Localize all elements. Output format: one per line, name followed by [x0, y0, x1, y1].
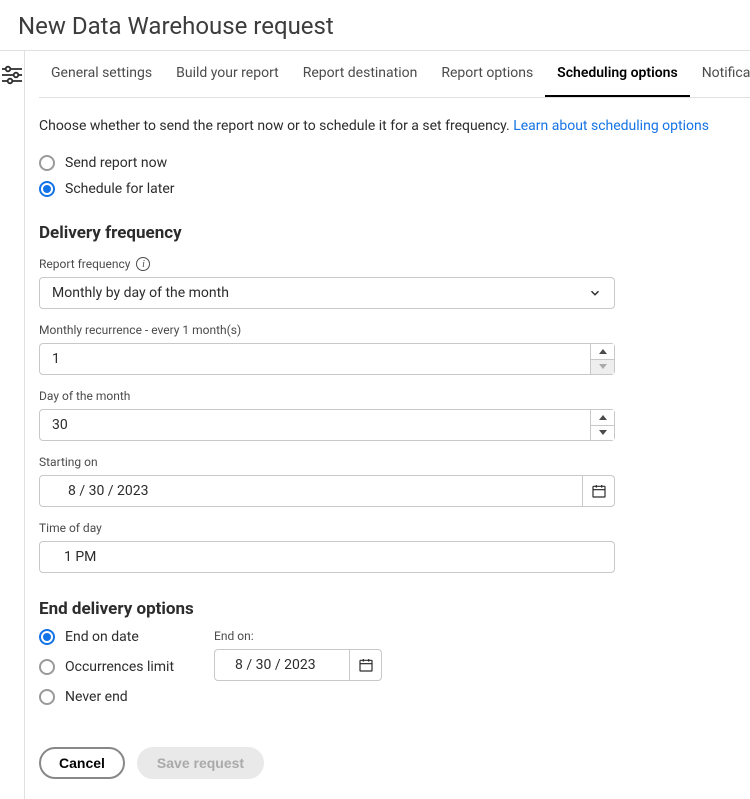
tab-general-settings[interactable]: General settings [39, 51, 164, 97]
calendar-button[interactable] [349, 650, 381, 680]
calendar-button[interactable] [582, 476, 614, 506]
stepper-down-button[interactable] [591, 425, 614, 441]
day-of-month-label: Day of the month [39, 389, 750, 403]
radio-icon [39, 181, 55, 197]
tab-build-your-report[interactable]: Build your report [164, 51, 291, 97]
radio-send-now[interactable]: Send report now [39, 155, 750, 171]
radio-icon [39, 155, 55, 171]
date-value: 8 / 30 / 2023 [235, 657, 316, 673]
radio-label: Schedule for later [65, 181, 175, 197]
chevron-down-icon [588, 286, 602, 300]
time-of-day-input[interactable]: 1 PM [39, 541, 615, 573]
delivery-frequency-heading: Delivery frequency [39, 223, 750, 243]
radio-icon [39, 659, 55, 675]
tab-report-destination[interactable]: Report destination [291, 51, 430, 97]
tabs: General settings Build your report Repor… [39, 51, 750, 98]
stepper-down-button[interactable] [591, 359, 614, 375]
intro-text: Choose whether to send the report now or… [39, 116, 750, 137]
tab-report-options[interactable]: Report options [429, 51, 545, 97]
radio-label: End on date [65, 629, 139, 645]
radio-never-end[interactable]: Never end [39, 689, 174, 705]
report-frequency-label: Report frequency i [39, 257, 750, 271]
end-on-date-input[interactable]: 8 / 30 / 2023 [214, 649, 382, 681]
tab-scheduling-options[interactable]: Scheduling options [545, 51, 690, 97]
stepper-up-button[interactable] [591, 410, 614, 425]
stepper-controls [590, 410, 614, 440]
stepper-value: 30 [52, 417, 68, 433]
cancel-button[interactable]: Cancel [39, 747, 125, 779]
end-on-label: End on: [214, 629, 382, 643]
save-request-button[interactable]: Save request [137, 747, 264, 779]
stepper-up-button[interactable] [591, 344, 614, 359]
time-of-day-label: Time of day [39, 521, 750, 535]
radio-icon [39, 689, 55, 705]
tab-notification-email[interactable]: Notification email [690, 51, 750, 97]
left-rail [0, 51, 25, 799]
learn-link[interactable]: Learn about scheduling options [513, 118, 709, 134]
radio-icon [39, 629, 55, 645]
radio-schedule-later[interactable]: Schedule for later [39, 181, 750, 197]
report-frequency-select[interactable]: Monthly by day of the month [39, 277, 615, 309]
radio-label: Never end [65, 689, 128, 705]
radio-occurrences-limit[interactable]: Occurrences limit [39, 659, 174, 675]
day-of-month-stepper[interactable]: 30 [39, 409, 615, 441]
monthly-recurrence-stepper[interactable]: 1 [39, 343, 615, 375]
end-delivery-heading: End delivery options [39, 599, 750, 619]
select-value: Monthly by day of the month [52, 285, 229, 301]
intro-copy: Choose whether to send the report now or… [39, 118, 513, 134]
info-icon[interactable]: i [136, 257, 150, 271]
stepper-value: 1 [52, 351, 60, 367]
starting-on-date-input[interactable]: 8 / 30 / 2023 [39, 475, 615, 507]
page-title: New Data Warehouse request [0, 0, 750, 51]
monthly-recurrence-label: Monthly recurrence - every 1 month(s) [39, 323, 750, 337]
stepper-controls [590, 344, 614, 374]
label-text: Report frequency [39, 257, 130, 271]
radio-label: Send report now [65, 155, 167, 171]
settings-sliders-icon[interactable] [0, 63, 24, 799]
radio-end-on-date[interactable]: End on date [39, 629, 174, 645]
radio-label: Occurrences limit [65, 659, 174, 675]
time-value: 1 PM [52, 549, 96, 565]
date-value: 8 / 30 / 2023 [52, 483, 149, 499]
starting-on-label: Starting on [39, 455, 750, 469]
